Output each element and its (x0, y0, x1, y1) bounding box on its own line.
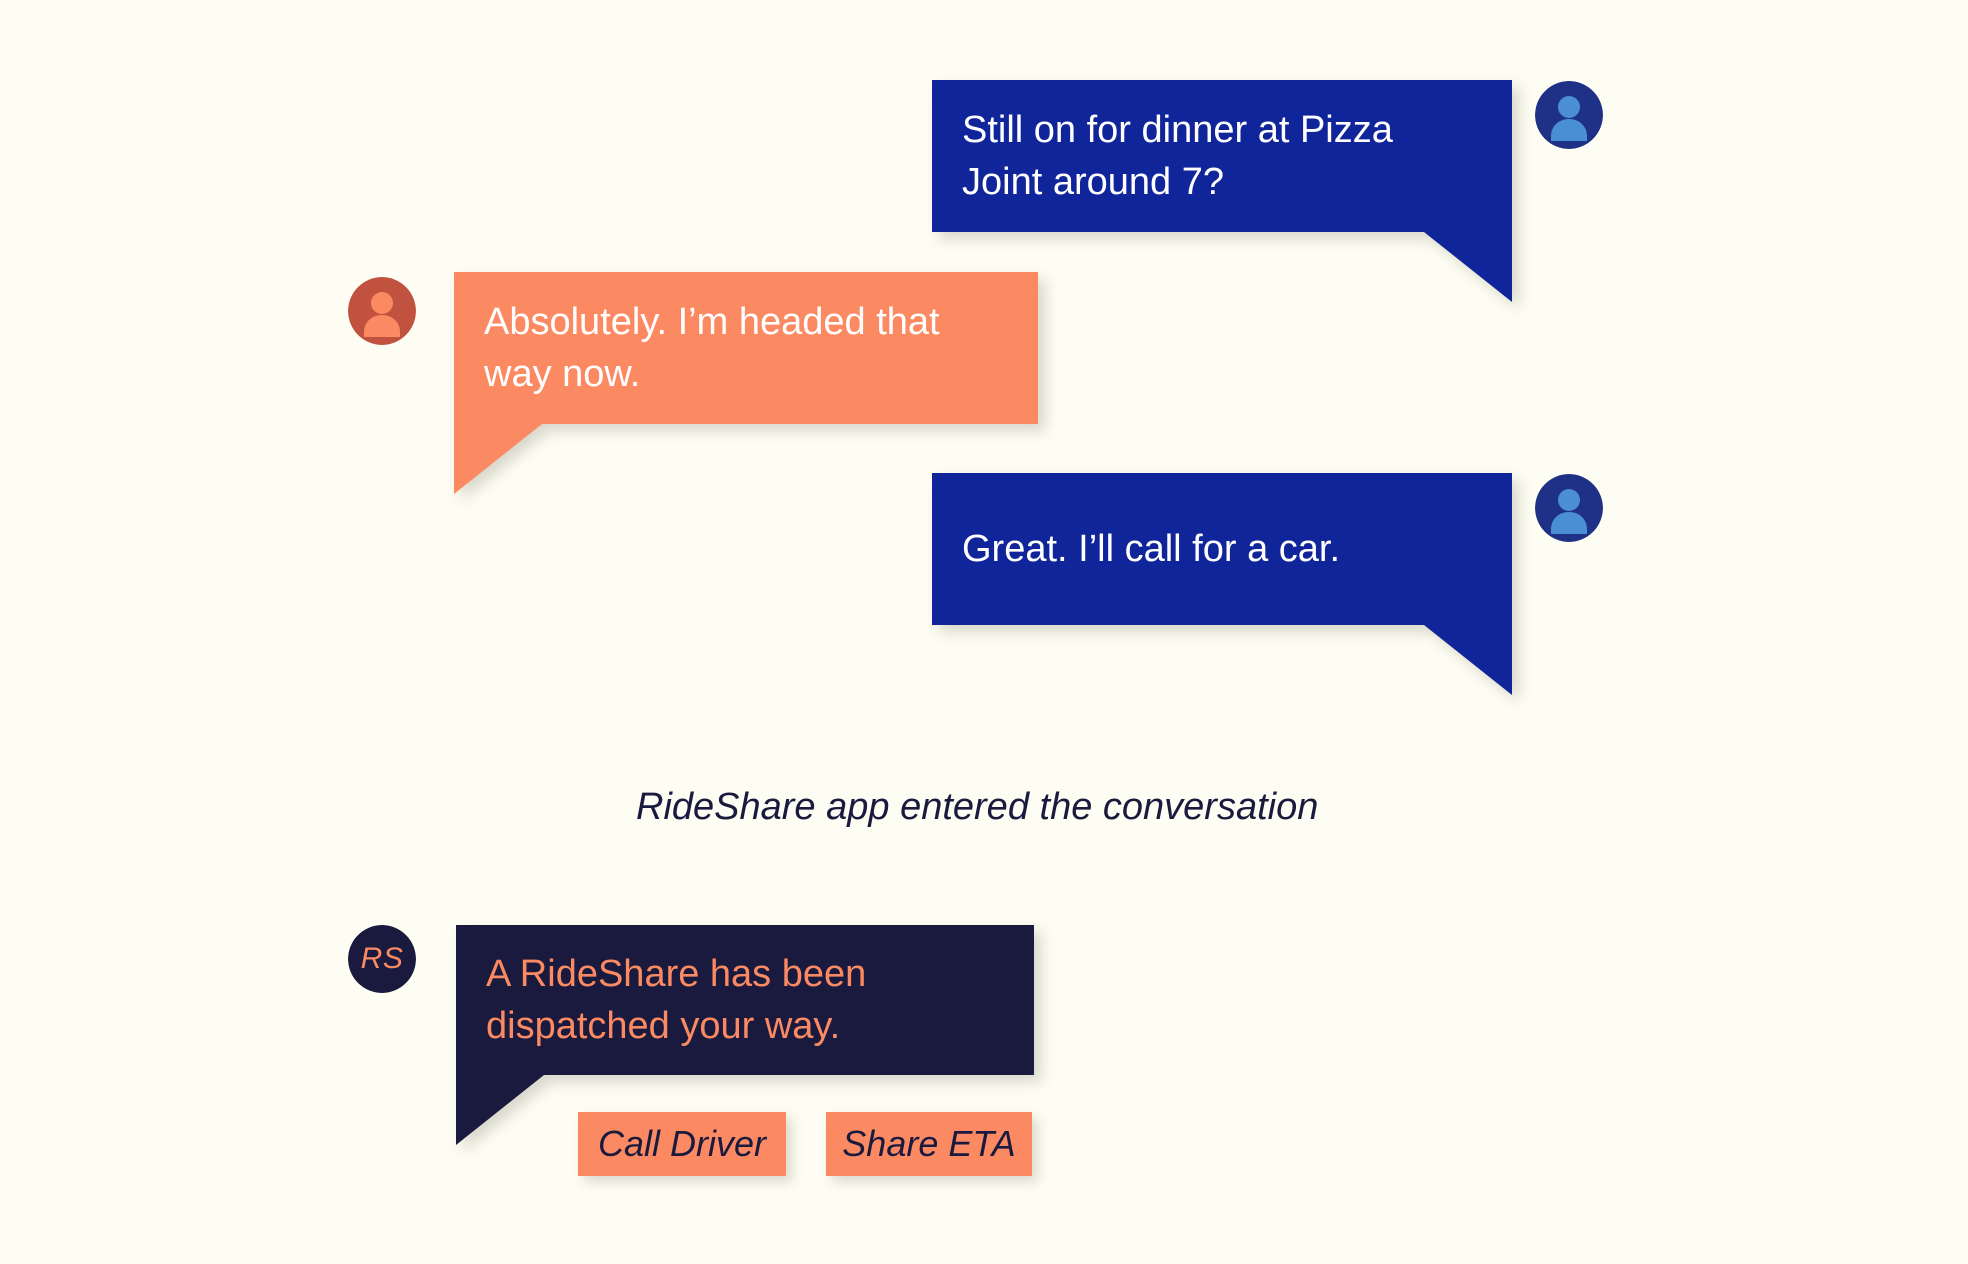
bubble-background: Great. I’ll call for a car. (932, 473, 1512, 625)
message-bubble-outgoing-dinner[interactable]: Still on for dinner at Pizza Joint aroun… (932, 80, 1512, 302)
quick-reply-share-eta[interactable]: Share ETA (826, 1112, 1032, 1176)
message-text: A RideShare has been dispatched your way… (486, 952, 867, 1047)
avatar-me-2[interactable] (1535, 474, 1603, 542)
bubble-background: A RideShare has been dispatched your way… (456, 925, 1034, 1075)
bubble-background: Still on for dinner at Pizza Joint aroun… (932, 80, 1512, 232)
bubble-background: Absolutely. I’m headed that way now. (454, 272, 1038, 424)
message-bubble-incoming-headed[interactable]: Absolutely. I’m headed that way now. (454, 272, 1038, 494)
avatar-me-1[interactable] (1535, 81, 1603, 149)
message-bubble-outgoing-call-car[interactable]: Great. I’ll call for a car. (932, 473, 1512, 695)
person-avatar-icon (1535, 81, 1603, 149)
message-text: Great. I’ll call for a car. (962, 527, 1341, 570)
message-text: Absolutely. I’m headed that way now. (484, 300, 940, 395)
conversation-canvas: Still on for dinner at Pizza Joint aroun… (0, 0, 1968, 1264)
bubble-tail (456, 1075, 544, 1145)
avatar-initials: RS (360, 942, 404, 975)
avatar-rideshare-app[interactable]: RS (348, 925, 416, 993)
quick-reply-call-driver[interactable]: Call Driver (578, 1112, 786, 1176)
message-bubble-app-dispatched[interactable]: A RideShare has been dispatched your way… (456, 925, 1034, 1145)
system-notice: RideShare app entered the conversation (636, 786, 1319, 828)
bubble-tail (454, 424, 542, 494)
person-avatar-icon (1535, 474, 1603, 542)
bubble-tail (1424, 625, 1512, 695)
message-text: Still on for dinner at Pizza Joint aroun… (962, 108, 1393, 203)
person-avatar-icon (348, 277, 416, 345)
avatar-friend[interactable] (348, 277, 416, 345)
bubble-tail (1424, 232, 1512, 302)
